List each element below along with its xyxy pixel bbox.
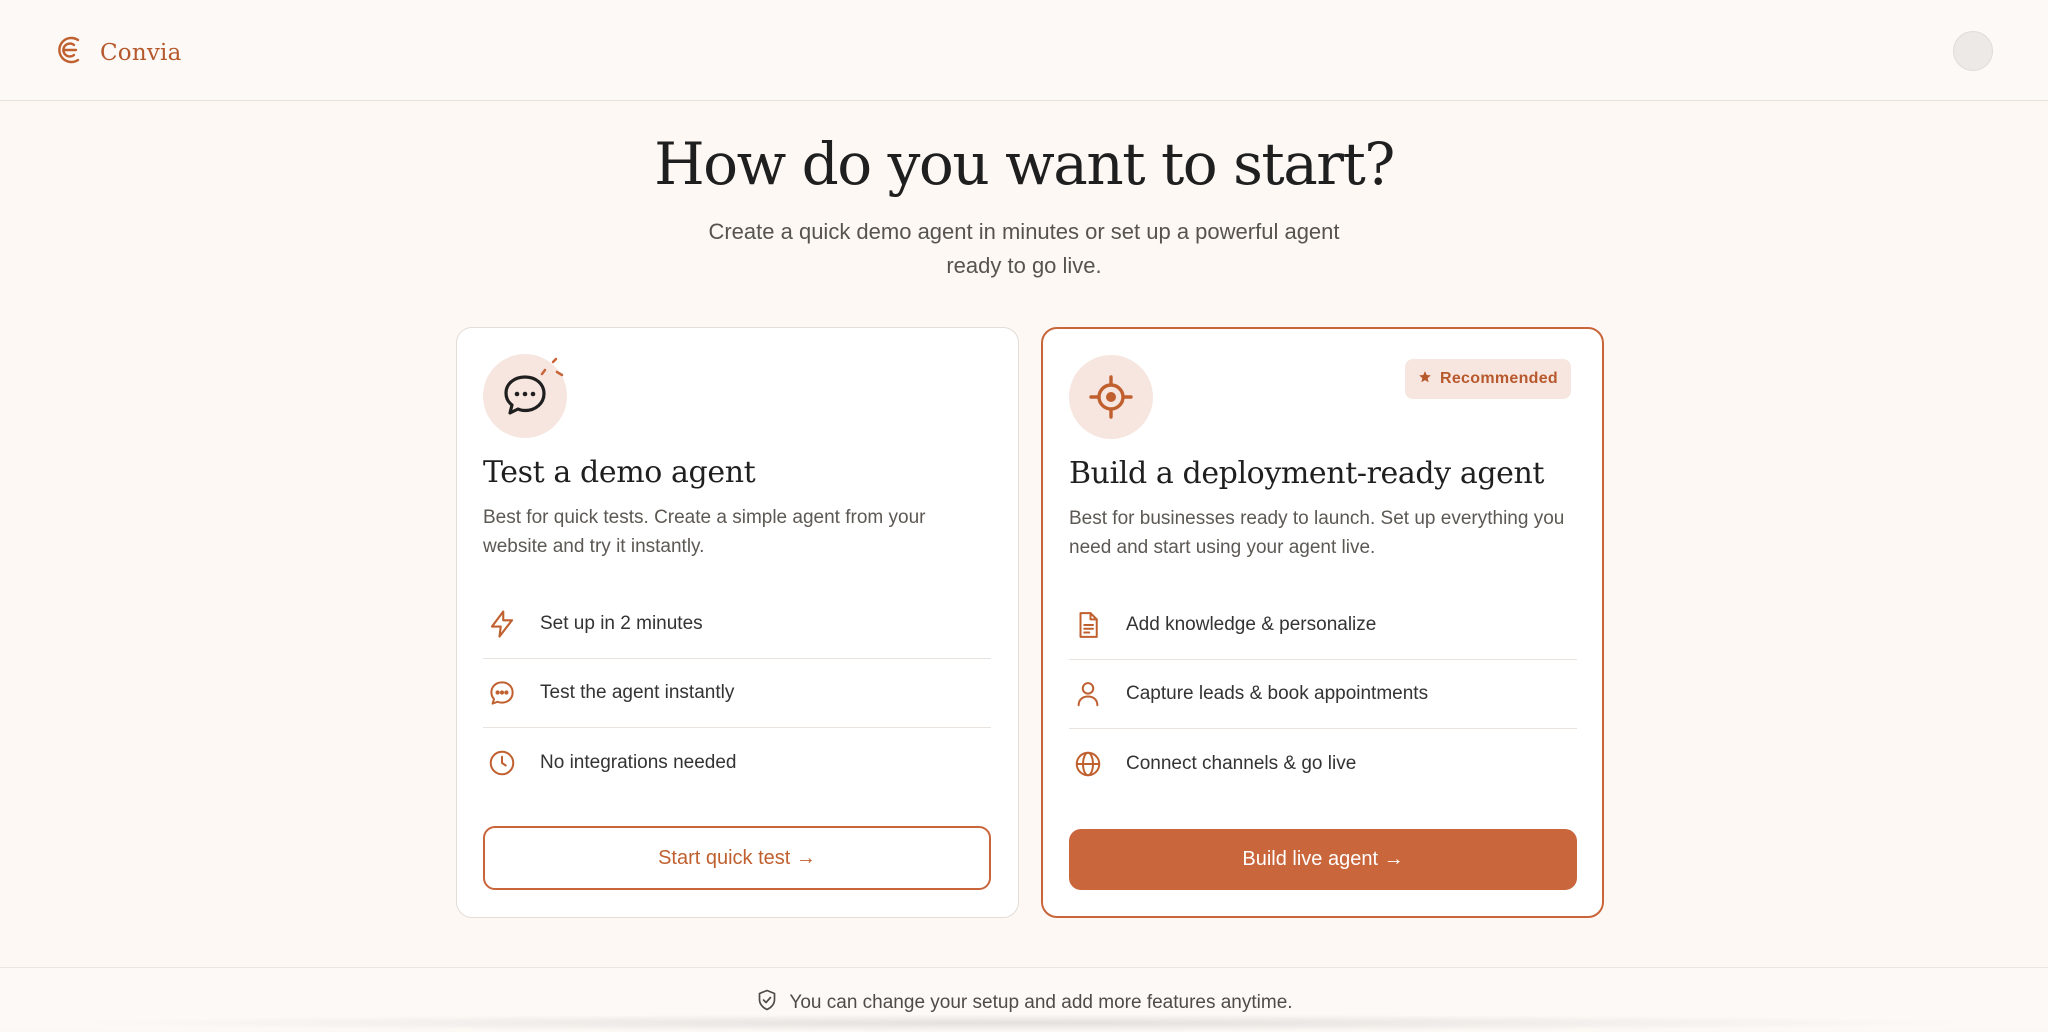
recommended-badge: Recommended — [1405, 359, 1571, 399]
page-subtitle: Create a quick demo agent in minutes or … — [708, 219, 1340, 278]
convia-logo-icon — [54, 34, 86, 71]
footer-bar: You can change your setup and add more f… — [0, 967, 2048, 1032]
globe-icon — [1069, 749, 1126, 779]
card-title: Test a demo agent — [483, 455, 756, 490]
feature-label: Add knowledge & personalize — [1126, 614, 1377, 635]
card-title: Build a deployment-ready agent — [1069, 456, 1545, 491]
feature-item: Capture leads & book appointments — [1069, 660, 1577, 729]
feature-item: Connect channels & go live — [1069, 729, 1577, 798]
clock-icon — [483, 748, 540, 778]
brand[interactable]: Convia — [54, 34, 182, 71]
feature-list: Set up in 2 minutes Test the agent insta… — [483, 590, 991, 797]
user-avatar[interactable] — [1953, 31, 1993, 71]
card-description: Best for businesses ready to launch. Set… — [1069, 508, 1565, 558]
feature-item: No integrations needed — [483, 728, 991, 797]
feature-label: Connect channels & go live — [1126, 752, 1357, 774]
chat-icon — [483, 678, 540, 708]
feature-item: Test the agent instantly — [483, 659, 991, 728]
footer-note-text: You can change your setup and add more f… — [789, 992, 1293, 1013]
feature-label: Test the agent instantly — [540, 682, 735, 703]
feature-label: Set up in 2 minutes — [540, 613, 703, 634]
lightning-icon — [483, 609, 540, 639]
page-title: How do you want to start? — [654, 130, 1395, 198]
live-agent-card[interactable]: Recommended Build a deployment-ready age… — [1041, 327, 1604, 918]
feature-label: No integrations needed — [540, 751, 737, 773]
footer-shadow — [60, 1014, 1988, 1032]
card-description: Best for quick tests. Create a simple ag… — [483, 507, 926, 557]
badge-label: Recommended — [1440, 370, 1558, 387]
start-quick-test-button[interactable]: Start quick test → — [483, 826, 991, 890]
person-icon — [1069, 679, 1126, 709]
feature-item: Set up in 2 minutes — [483, 590, 991, 659]
chat-bubble-icon — [483, 354, 567, 438]
demo-agent-card[interactable]: Test a demo agent Best for quick tests. … — [456, 327, 1019, 918]
document-icon — [1069, 610, 1126, 640]
feature-list: Add knowledge & personalize Capture lead… — [1069, 591, 1577, 798]
brand-name: Convia — [100, 39, 182, 66]
feature-label: Capture leads & book appointments — [1126, 683, 1429, 704]
build-live-agent-button[interactable]: Build live agent → — [1069, 829, 1577, 890]
top-bar: Convia — [0, 0, 2048, 101]
feature-item: Add knowledge & personalize — [1069, 591, 1577, 660]
target-icon — [1069, 355, 1153, 439]
star-icon — [1418, 370, 1432, 389]
